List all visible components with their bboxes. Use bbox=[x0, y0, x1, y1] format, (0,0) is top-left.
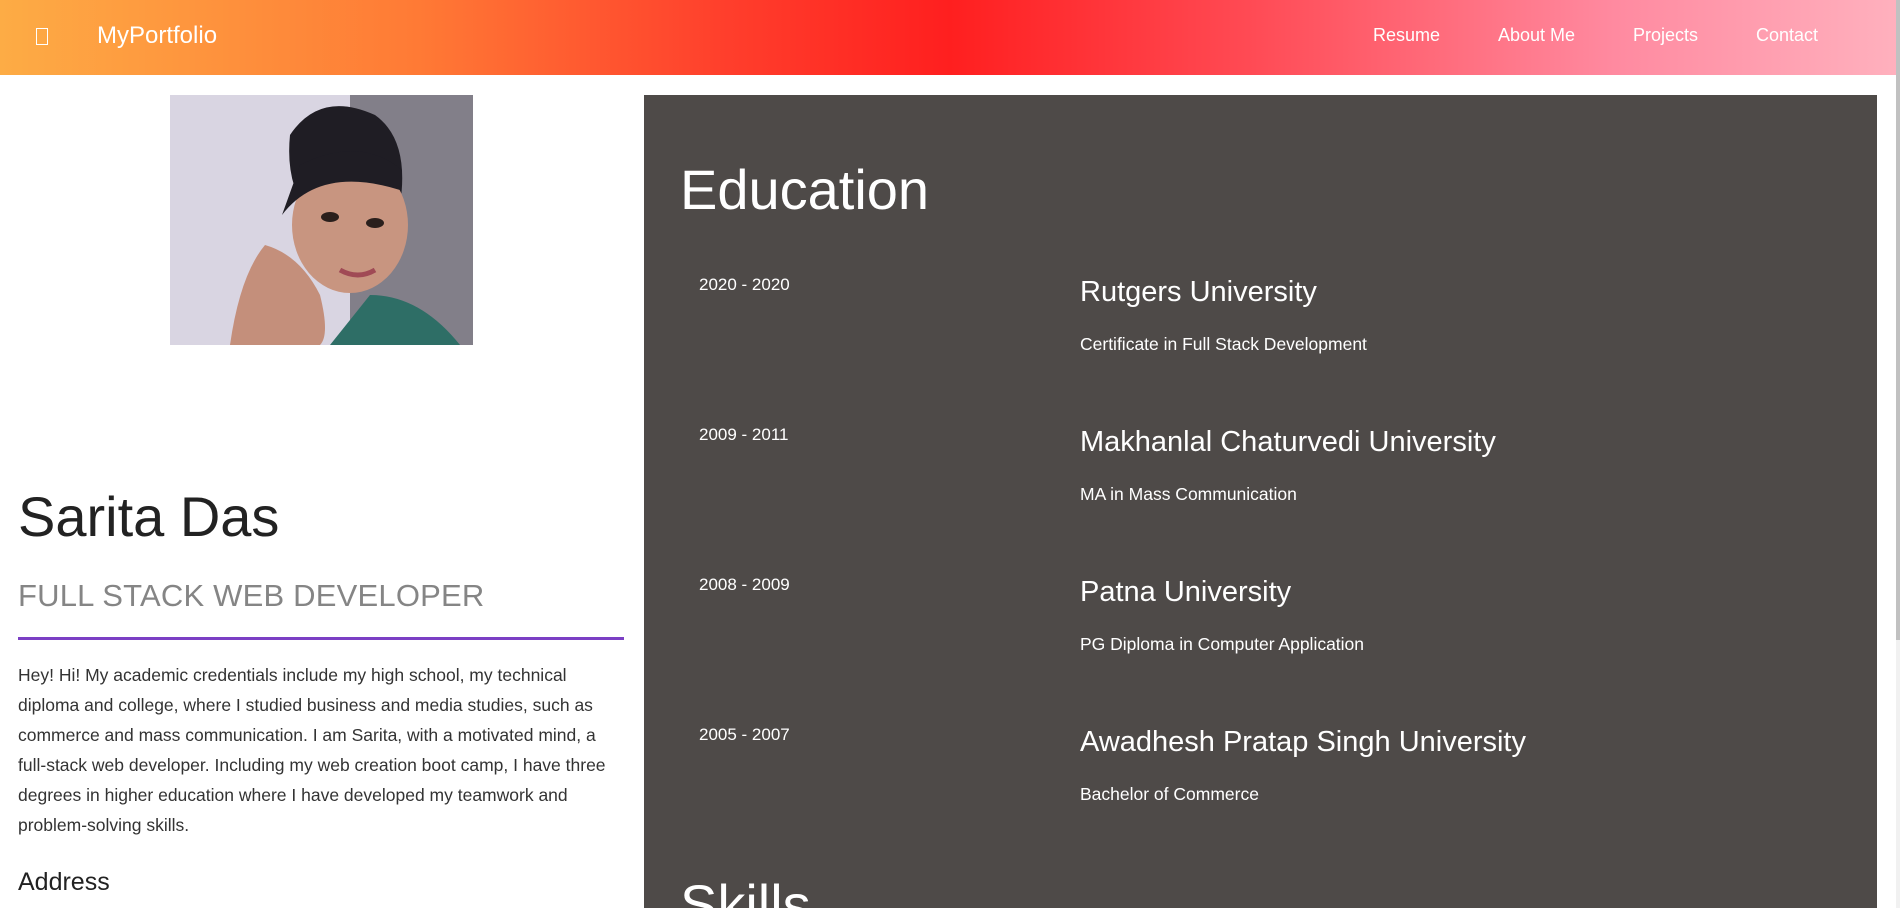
education-school: Makhanlal Chaturvedi University bbox=[1080, 426, 1496, 458]
education-school: Patna University bbox=[1080, 576, 1292, 608]
skills-heading: Skills bbox=[680, 873, 811, 908]
education-item: 2008 - 2009 Patna University PG Diploma … bbox=[644, 574, 1877, 694]
book-icon[interactable] bbox=[36, 28, 48, 45]
profile-photo-illustration bbox=[170, 95, 473, 345]
profile-photo bbox=[170, 95, 473, 345]
profile-job-title: FULL STACK WEB DEVELOPER bbox=[18, 578, 485, 613]
title-divider bbox=[18, 637, 624, 640]
nav-link-projects[interactable]: Projects bbox=[1633, 24, 1698, 46]
education-years: 2009 - 2011 bbox=[699, 425, 789, 444]
nav-link-contact[interactable]: Contact bbox=[1756, 24, 1818, 46]
education-degree: PG Diploma in Computer Application bbox=[1080, 634, 1365, 654]
nav-link-resume[interactable]: Resume bbox=[1373, 24, 1440, 46]
resume-panel: Education 2020 - 2020 Rutgers University… bbox=[644, 95, 1877, 908]
top-navbar: MyPortfolio Resume About Me Projects Con… bbox=[0, 0, 1900, 75]
education-degree: Certificate in Full Stack Development bbox=[1080, 334, 1367, 354]
education-years: 2020 - 2020 bbox=[699, 275, 790, 294]
education-heading: Education bbox=[680, 158, 930, 221]
education-years: 2008 - 2009 bbox=[699, 575, 790, 594]
brand-link[interactable]: MyPortfolio bbox=[97, 20, 217, 52]
profile-name: Sarita Das bbox=[18, 485, 280, 548]
page-scrollbar-thumb[interactable] bbox=[1896, 0, 1900, 640]
education-degree: MA in Mass Communication bbox=[1080, 484, 1297, 504]
education-item: 2005 - 2007 Awadhesh Pratap Singh Univer… bbox=[644, 724, 1877, 844]
nav-link-about-me[interactable]: About Me bbox=[1498, 24, 1575, 46]
education-years: 2005 - 2007 bbox=[699, 725, 790, 744]
education-item: 2020 - 2020 Rutgers University Certifica… bbox=[644, 274, 1877, 394]
profile-bio: Hey! Hi! My academic credentials include… bbox=[18, 665, 606, 835]
education-degree: Bachelor of Commerce bbox=[1080, 784, 1259, 804]
education-school: Awadhesh Pratap Singh University bbox=[1080, 726, 1526, 758]
education-item: 2009 - 2011 Makhanlal Chaturvedi Univers… bbox=[644, 424, 1877, 544]
education-school: Rutgers University bbox=[1080, 276, 1317, 308]
address-heading: Address bbox=[18, 868, 110, 896]
